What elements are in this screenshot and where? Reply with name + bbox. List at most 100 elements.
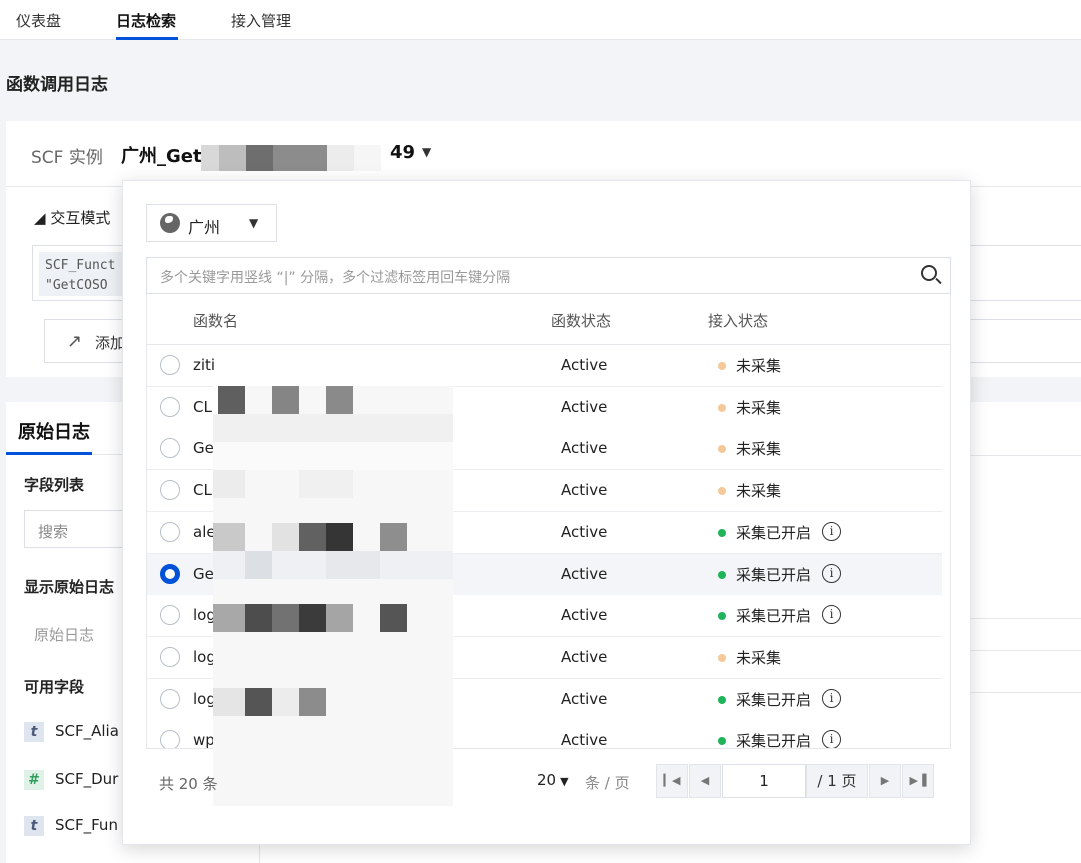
ingest-status: 采集已开启 bbox=[736, 523, 812, 542]
function-status: Active bbox=[561, 522, 608, 541]
field-name: SCF_Alia bbox=[55, 722, 119, 740]
last-page-icon[interactable]: ▶▐ bbox=[902, 764, 934, 798]
available-fields-title: 可用字段 bbox=[24, 678, 85, 696]
page-number-input[interactable]: 1 bbox=[722, 764, 806, 798]
ingest-status: 未采集 bbox=[736, 398, 782, 417]
status-dot bbox=[718, 487, 726, 496]
chevron-down-icon: ▼ bbox=[249, 216, 259, 230]
total-count: 共 20 条 bbox=[159, 775, 218, 793]
function-filter-input[interactable]: 多个关键字用竖线 “|” 分隔，多个过滤标签用回车键分隔 bbox=[146, 257, 951, 294]
function-name: ziti bbox=[193, 356, 216, 374]
radio-button[interactable] bbox=[160, 646, 180, 667]
first-page-icon[interactable]: ▎◀ bbox=[656, 764, 688, 798]
radio-button[interactable] bbox=[160, 563, 180, 584]
interactive-mode-label: 交互模式 bbox=[50, 209, 111, 227]
radio-button[interactable] bbox=[160, 688, 180, 709]
tab-log-search[interactable]: 日志检索 bbox=[116, 10, 176, 31]
ingest-status: 未采集 bbox=[736, 648, 782, 667]
pagination: ▎◀ ◀ 1 / 1 页 ▶ ▶▐ bbox=[656, 764, 938, 798]
top-nav: 仪表盘 日志检索 接入管理 bbox=[0, 0, 1081, 40]
text-type-icon: t bbox=[24, 816, 44, 836]
ingest-status: 未采集 bbox=[736, 357, 782, 375]
function-status: Active bbox=[561, 606, 608, 625]
page-size-select[interactable]: 20 ▼ bbox=[537, 771, 569, 789]
status-dot bbox=[718, 528, 726, 537]
field-name: SCF_Dur bbox=[55, 770, 119, 788]
tab-raw-log[interactable]: 原始日志 bbox=[18, 418, 90, 444]
prev-page-icon[interactable]: ◀ bbox=[689, 764, 721, 798]
function-name: wp bbox=[193, 731, 215, 749]
instance-value-suffix: 49 bbox=[390, 142, 416, 163]
ingest-status: 采集已开启 bbox=[736, 607, 812, 626]
active-tab-indicator bbox=[6, 452, 92, 455]
status-dot bbox=[718, 362, 726, 370]
ingest-status: 未采集 bbox=[736, 440, 782, 459]
region-label: 广州 bbox=[188, 218, 221, 237]
status-dot bbox=[718, 653, 726, 662]
add-label: 添加 bbox=[95, 334, 126, 352]
next-page-icon[interactable]: ▶ bbox=[869, 764, 901, 798]
page-size-value: 20 bbox=[537, 771, 557, 789]
info-icon[interactable]: i bbox=[822, 730, 841, 748]
function-status: Active bbox=[561, 689, 608, 708]
column-function-status: 函数状态 bbox=[551, 312, 612, 330]
function-status: Active bbox=[561, 647, 608, 666]
function-status: Active bbox=[561, 397, 608, 416]
function-select-dropdown: 广州 ▼ 多个关键字用竖线 “|” 分隔，多个过滤标签用回车键分隔 函数名 函数… bbox=[122, 180, 971, 845]
field-name: SCF_Fun bbox=[55, 816, 118, 834]
query-chip-line1: SCF_Funct bbox=[45, 258, 116, 273]
total-pages: / 1 页 bbox=[806, 764, 868, 798]
chevron-down-icon: ▼ bbox=[560, 775, 569, 788]
function-name: CL bbox=[193, 481, 212, 500]
text-type-icon: t bbox=[24, 722, 44, 742]
radio-button[interactable] bbox=[160, 730, 180, 748]
status-dot bbox=[718, 695, 726, 704]
radio-button[interactable] bbox=[160, 396, 180, 417]
radio-button[interactable] bbox=[160, 438, 180, 459]
field-list-title: 字段列表 bbox=[24, 476, 85, 494]
radio-button[interactable] bbox=[160, 521, 180, 542]
tab-dashboard[interactable]: 仪表盘 bbox=[16, 10, 61, 31]
status-dot bbox=[718, 570, 726, 579]
function-status: Active bbox=[561, 439, 608, 458]
info-icon[interactable]: i bbox=[822, 521, 841, 541]
function-name: CL bbox=[193, 397, 212, 416]
search-placeholder: 搜索 bbox=[38, 523, 69, 541]
instance-select[interactable]: 广州_Get bbox=[121, 142, 202, 168]
tab-access-management[interactable]: 接入管理 bbox=[231, 10, 291, 31]
function-status: Active bbox=[561, 356, 608, 374]
status-dot bbox=[718, 737, 726, 746]
ingest-status: 采集已开启 bbox=[736, 690, 812, 709]
function-name: Ge bbox=[193, 564, 214, 583]
number-type-icon: # bbox=[24, 770, 44, 790]
page-size-unit: 条 / 页 bbox=[585, 774, 630, 792]
query-chip-line2: "GetCOSO bbox=[45, 278, 108, 293]
line-chart-icon: ↗ bbox=[67, 331, 83, 352]
page-title: 函数调用日志 bbox=[6, 75, 108, 95]
show-raw-log-title: 显示原始日志 bbox=[24, 578, 115, 596]
status-dot bbox=[718, 612, 726, 621]
chevron-down-icon[interactable]: ▼ bbox=[422, 145, 431, 159]
info-icon[interactable]: i bbox=[822, 605, 841, 625]
table-header: 函数名 函数状态 接入状态 bbox=[147, 294, 950, 345]
radio-button[interactable] bbox=[160, 480, 180, 501]
function-status: Active bbox=[561, 481, 608, 500]
instance-label: SCF 实例 bbox=[31, 148, 103, 168]
active-tab-indicator bbox=[116, 37, 178, 40]
radio-button[interactable] bbox=[160, 355, 180, 375]
ingest-status: 采集已开启 bbox=[736, 565, 812, 584]
filter-placeholder: 多个关键字用竖线 “|” 分隔，多个过滤标签用回车键分隔 bbox=[160, 270, 511, 286]
region-select[interactable]: 广州 ▼ bbox=[146, 204, 277, 242]
function-status: Active bbox=[561, 564, 608, 583]
raw-log-field[interactable]: 原始日志 bbox=[34, 624, 94, 645]
radio-button[interactable] bbox=[160, 605, 180, 626]
globe-icon bbox=[160, 213, 180, 233]
info-icon[interactable]: i bbox=[822, 688, 841, 708]
status-dot bbox=[718, 445, 726, 454]
interactive-mode-button[interactable]: ◢ 交互模式 bbox=[34, 207, 110, 228]
column-ingest-status: 接入状态 bbox=[708, 312, 769, 330]
function-status: Active bbox=[561, 731, 608, 749]
info-icon[interactable]: i bbox=[822, 563, 841, 583]
table-row[interactable]: ziti Active 未采集 bbox=[147, 345, 942, 387]
search-icon[interactable] bbox=[921, 265, 937, 281]
